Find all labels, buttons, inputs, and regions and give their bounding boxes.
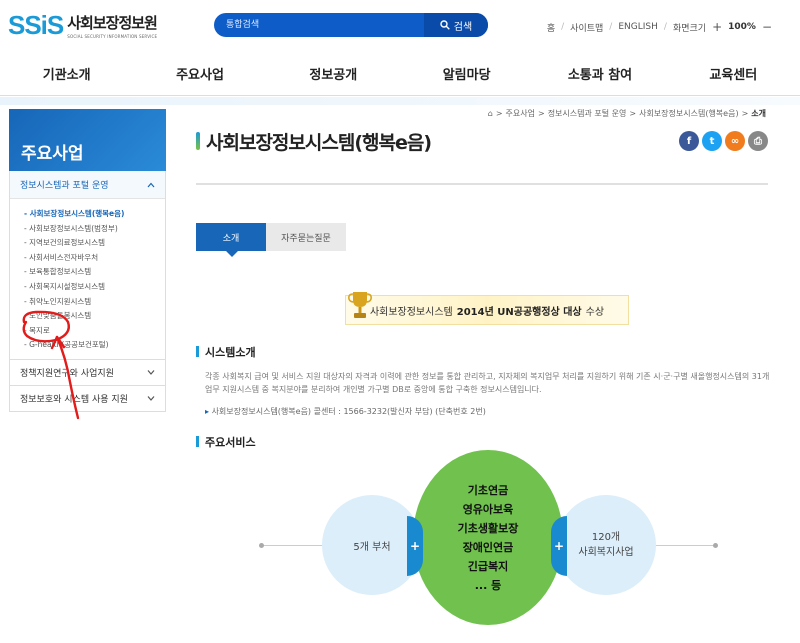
sidebar-item-g-health[interactable]: - G-health(공공보건포털) bbox=[24, 338, 155, 353]
chevron-down-icon bbox=[147, 370, 155, 376]
sidebar-item-happy-eum[interactable]: - 사회보장정보시스템(행복e음) bbox=[24, 207, 155, 222]
nav-item-education[interactable]: 교육센터 bbox=[667, 52, 800, 95]
plus-icon: + bbox=[407, 516, 423, 576]
services-diagram: 5개 부처 120개 사회복지사업 기초연금 영유아보육 기초생활보장 장애인연… bbox=[0, 450, 800, 643]
search-icon bbox=[440, 20, 450, 30]
section-heading-services: 주요서비스 bbox=[196, 434, 256, 450]
facebook-icon[interactable]: f bbox=[679, 131, 699, 151]
sidebar-item-elderly-support[interactable]: - 취약노인지원시스템 bbox=[24, 295, 155, 310]
english-link[interactable]: ENGLISH bbox=[618, 22, 658, 32]
sidebar-title: 주요사업 bbox=[9, 109, 166, 171]
logo-mark: SSiS bbox=[8, 10, 64, 40]
search-bar: 검색 bbox=[214, 13, 488, 37]
award-banner: 사회보장정보시스템 2014년 UN공공행정상 대상 수상 bbox=[345, 295, 629, 325]
tab-intro[interactable]: 소개 bbox=[196, 223, 266, 257]
site-logo[interactable]: SSiS 사회보장정보원 SOCIAL SECURITY INFORMATION… bbox=[8, 10, 158, 41]
font-size-label: 화면크기 bbox=[672, 23, 707, 34]
sidebar-item-health[interactable]: - 지역보건의료정보시스템 bbox=[24, 236, 155, 251]
search-input[interactable] bbox=[226, 13, 426, 37]
link-icon[interactable]: ∞ bbox=[725, 131, 745, 151]
share-buttons: f t ∞ ⎙ bbox=[679, 131, 768, 151]
nav-item-business[interactable]: 주요사업 bbox=[133, 52, 266, 95]
search-button[interactable]: 검색 bbox=[424, 13, 488, 37]
breadcrumb: ⌂ > 주요사업 > 정보시스템과 포털 운영 > 사회보장정보시스템(행복e음… bbox=[487, 108, 766, 119]
banner-strip bbox=[0, 97, 800, 105]
sidebar-item-welfare-facility[interactable]: - 사회복지시설정보시스템 bbox=[24, 280, 155, 295]
zoom-in-icon[interactable]: + bbox=[712, 20, 722, 34]
logo-subtitle: SOCIAL SECURITY INFORMATION SERVICE bbox=[67, 34, 158, 39]
home-link[interactable]: 홈 bbox=[547, 21, 555, 34]
home-icon[interactable]: ⌂ bbox=[488, 109, 493, 118]
sitemap-link[interactable]: 사이트맵 bbox=[570, 21, 603, 34]
search-button-label: 검색 bbox=[453, 21, 473, 33]
utility-menu: 홈 / 사이트맵 / ENGLISH / 화면크기 + 100% − bbox=[546, 20, 772, 34]
sidebar-item-voucher[interactable]: - 사회서비스전자바우처 bbox=[24, 251, 155, 266]
sidebar-item-bokjiro[interactable]: - 복지로 bbox=[24, 324, 155, 339]
sidebar: 주요사업 정보시스템과 포털 운영 - 사회보장정보시스템(행복e음) - 사회… bbox=[9, 109, 166, 412]
sidebar-section-label: 정보시스템과 포털 운영 bbox=[20, 181, 109, 191]
sidebar-item-elderly-care[interactable]: - 노인맞춤돌봄시스템 bbox=[24, 309, 155, 324]
nav-item-about[interactable]: 기관소개 bbox=[0, 52, 133, 95]
bubble-programs: 120개 사회복지사업 bbox=[556, 495, 656, 595]
main-nav: 기관소개 주요사업 정보공개 알림마당 소통과 참여 교육센터 bbox=[0, 52, 800, 96]
breadcrumb-current: 소개 bbox=[751, 109, 766, 118]
sidebar-submenu: - 사회보장정보시스템(행복e음) - 사회보장정보시스템(범정부) - 지역보… bbox=[10, 199, 165, 359]
content-tabs: 소개 자주묻는질문 bbox=[196, 223, 346, 257]
trophy-icon bbox=[348, 292, 372, 318]
sidebar-section-security[interactable]: 정보보호와 시스템 사용 지원 bbox=[9, 385, 166, 412]
sidebar-item-pan-government[interactable]: - 사회보장정보시스템(범정부) bbox=[24, 222, 155, 237]
print-icon[interactable]: ⎙ bbox=[748, 131, 768, 151]
zoom-out-icon[interactable]: − bbox=[762, 20, 772, 34]
divider bbox=[196, 183, 768, 185]
nav-item-community[interactable]: 소통과 참여 bbox=[533, 52, 666, 95]
breadcrumb-item[interactable]: 사회보장정보시스템(행복e음) bbox=[639, 108, 738, 119]
nav-item-notice[interactable]: 알림마당 bbox=[400, 52, 533, 95]
sidebar-section-policy[interactable]: 정책지원연구와 사업지원 bbox=[9, 359, 166, 386]
sidebar-item-childcare[interactable]: - 보육통합정보시스템 bbox=[24, 265, 155, 280]
plus-icon: + bbox=[551, 516, 567, 576]
breadcrumb-item[interactable]: 정보시스템과 포털 운영 bbox=[548, 108, 627, 119]
breadcrumb-item[interactable]: 주요사업 bbox=[506, 108, 535, 119]
logo-title: 사회보장정보원 bbox=[67, 14, 158, 32]
chevron-up-icon bbox=[147, 182, 155, 187]
nav-item-disclosure[interactable]: 정보공개 bbox=[267, 52, 400, 95]
callcenter-info: 사회보장정보시스템(행복e음) 콜센터 : 1566-3232(발신자 부담) … bbox=[205, 406, 486, 417]
header: SSiS 사회보장정보원 SOCIAL SECURITY INFORMATION… bbox=[0, 0, 800, 52]
section-heading-intro: 시스템소개 bbox=[196, 344, 256, 360]
tab-faq[interactable]: 자주묻는질문 bbox=[266, 223, 346, 251]
sidebar-section-portal[interactable]: 정보시스템과 포털 운영 bbox=[10, 171, 165, 199]
intro-text: 각종 사회복지 급여 및 서비스 지원 대상자의 자격과 이력에 관한 정보를 … bbox=[205, 372, 770, 394]
bubble-services: 기초연금 영유아보육 기초생활보장 장애인연금 긴급복지 ... 등 bbox=[413, 450, 563, 625]
zoom-level: 100% bbox=[728, 22, 756, 32]
chevron-down-icon bbox=[147, 396, 155, 402]
page-title: 사회보장정보시스템(행복e음) bbox=[196, 128, 432, 155]
twitter-icon[interactable]: t bbox=[702, 131, 722, 151]
